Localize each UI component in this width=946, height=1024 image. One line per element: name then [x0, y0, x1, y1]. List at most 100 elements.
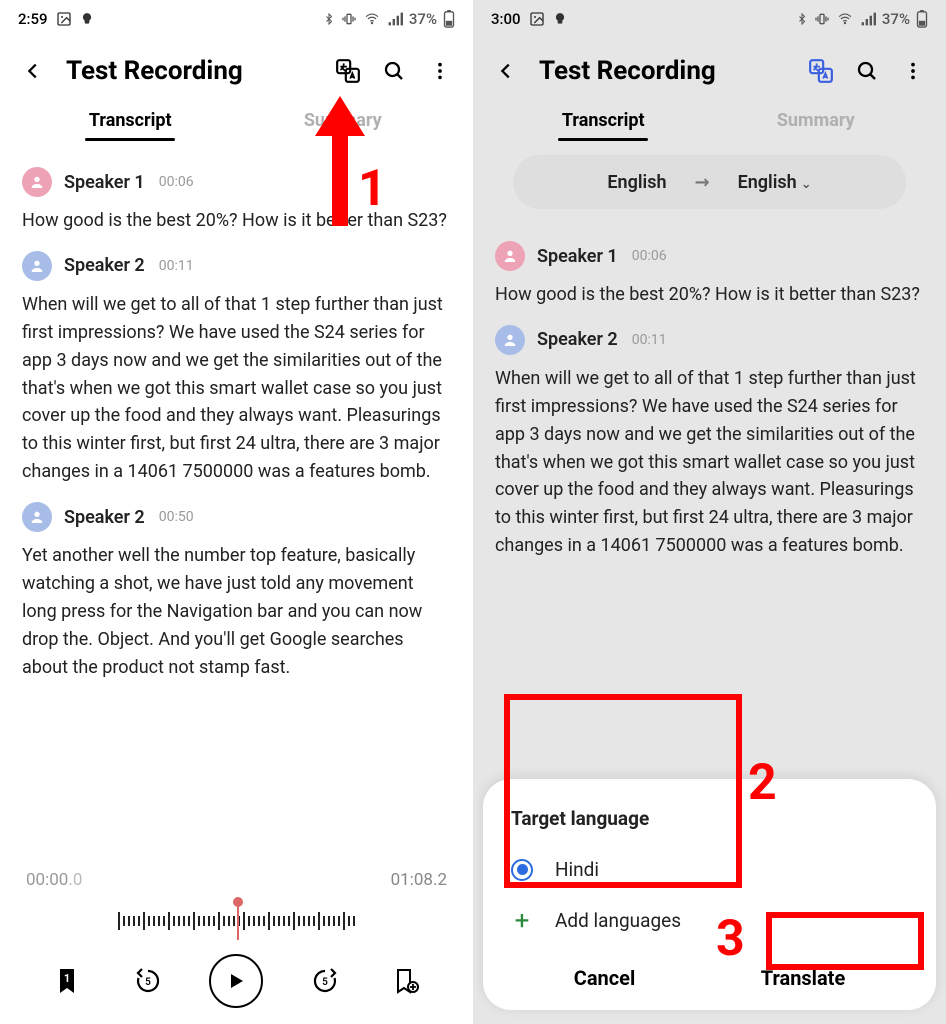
speaker-header: Speaker 1 00:06: [22, 167, 451, 197]
signal-icon: [860, 12, 876, 26]
total-time: 01:08.2: [391, 870, 447, 890]
speaker-name: Speaker 2: [537, 329, 618, 350]
play-icon: [226, 971, 246, 991]
status-time: 2:59: [18, 10, 48, 28]
status-bar: 2:59 37%: [0, 0, 473, 38]
avatar: [22, 251, 52, 281]
header: Test Recording: [473, 38, 946, 98]
svg-text:1: 1: [64, 972, 70, 985]
battery-icon: [916, 10, 928, 28]
option-label: Add languages: [555, 909, 681, 932]
search-icon: [855, 59, 879, 83]
translate-button[interactable]: Translate: [761, 966, 845, 990]
status-battery-pct: 37%: [409, 10, 437, 28]
source-language[interactable]: English: [607, 172, 666, 193]
search-icon: [382, 59, 406, 83]
person-icon: [502, 332, 518, 348]
more-vertical-icon: [429, 60, 451, 82]
tab-label: Summary: [304, 110, 382, 131]
speaker-name: Speaker 2: [64, 255, 145, 276]
language-selector[interactable]: English → English⌄: [513, 155, 906, 209]
speaker-name: Speaker 1: [64, 172, 145, 193]
translate-button[interactable]: [331, 54, 365, 88]
header: Test Recording: [0, 38, 473, 98]
player: 00:00.0 01:08.2 1 5 5: [0, 856, 473, 1024]
tab-label: Transcript: [89, 110, 172, 131]
back-button[interactable]: [16, 54, 50, 88]
chevron-left-icon: [495, 60, 517, 82]
more-button[interactable]: [896, 54, 930, 88]
tab-label: Transcript: [562, 110, 645, 131]
avatar: [22, 502, 52, 532]
battery-icon: [443, 10, 455, 28]
current-time: 00:00.0: [26, 870, 82, 890]
speaker-header: Speaker 1 00:06: [495, 241, 920, 271]
transcript: Speaker 1 00:06 How good is the best 20%…: [473, 215, 946, 560]
timestamp: 00:11: [159, 258, 194, 274]
tab-label: Summary: [777, 110, 855, 131]
tab-transcript[interactable]: Transcript: [497, 102, 710, 141]
cancel-button[interactable]: Cancel: [574, 966, 636, 990]
search-button[interactable]: [377, 54, 411, 88]
wifi-icon: [363, 12, 381, 26]
tabs: Transcript Summary: [0, 98, 473, 141]
avatar: [22, 167, 52, 197]
status-battery-pct: 37%: [882, 10, 910, 28]
person-icon: [29, 258, 45, 274]
target-language[interactable]: English⌄: [738, 172, 812, 193]
page-title: Test Recording: [539, 56, 716, 86]
chevron-down-icon: ⌄: [801, 177, 812, 192]
speaker-name: Speaker 2: [64, 507, 145, 528]
person-icon: [502, 248, 518, 264]
playhead[interactable]: [237, 902, 239, 940]
bookmark-icon: 1: [55, 967, 79, 995]
message-text[interactable]: How good is the best 20%? How is it bett…: [495, 281, 920, 309]
timestamp: 00:50: [159, 509, 194, 525]
gallery-icon: [529, 11, 545, 27]
forward-icon: 5: [309, 965, 341, 997]
translate-button[interactable]: [804, 54, 838, 88]
tab-summary[interactable]: Summary: [710, 102, 923, 141]
wifi-icon: [836, 12, 854, 26]
page-title: Test Recording: [66, 56, 243, 86]
waveform[interactable]: [20, 900, 453, 942]
message-text[interactable]: When will we get to all of that 1 step f…: [22, 291, 451, 486]
add-languages-button[interactable]: + Add languages: [511, 909, 908, 932]
speaker-header: Speaker 2 00:11: [22, 251, 451, 281]
translate-icon: [335, 58, 361, 84]
forward-5-button[interactable]: 5: [305, 961, 345, 1001]
message-text[interactable]: How good is the best 20%? How is it bett…: [22, 207, 451, 235]
bluetooth-icon: [323, 11, 335, 27]
bookmark-button[interactable]: 1: [47, 961, 87, 1001]
vibrate-icon: [341, 11, 357, 27]
speaker-header: Speaker 2 00:11: [495, 325, 920, 355]
tab-transcript[interactable]: Transcript: [24, 102, 237, 141]
tab-summary[interactable]: Summary: [237, 102, 450, 141]
message-text[interactable]: When will we get to all of that 1 step f…: [495, 365, 920, 560]
bulb-icon: [80, 12, 94, 26]
sheet-title: Target language: [511, 807, 908, 830]
search-button[interactable]: [850, 54, 884, 88]
rewind-5-button[interactable]: 5: [128, 961, 168, 1001]
avatar: [495, 325, 525, 355]
option-label: Hindi: [555, 858, 599, 881]
message-text[interactable]: Yet another well the number top feature,…: [22, 542, 451, 681]
more-button[interactable]: [423, 54, 457, 88]
vibrate-icon: [814, 11, 830, 27]
speaker-header: Speaker 2 00:50: [22, 502, 451, 532]
svg-text:5: 5: [145, 977, 151, 988]
timestamp: 00:11: [632, 332, 667, 348]
play-button[interactable]: [209, 954, 263, 1008]
transcript: Speaker 1 00:06 How good is the best 20%…: [0, 141, 473, 682]
language-option-hindi[interactable]: Hindi: [511, 858, 908, 881]
target-language-sheet: Target language Hindi + Add languages Ca…: [483, 779, 936, 1010]
bluetooth-icon: [796, 11, 808, 27]
add-bookmark-button[interactable]: [386, 961, 426, 1001]
timestamp: 00:06: [159, 174, 194, 190]
translate-icon: [808, 58, 834, 84]
status-bar: 3:00 37%: [473, 0, 946, 38]
gallery-icon: [56, 11, 72, 27]
back-button[interactable]: [489, 54, 523, 88]
plus-icon: +: [511, 910, 533, 932]
status-time: 3:00: [491, 10, 521, 28]
